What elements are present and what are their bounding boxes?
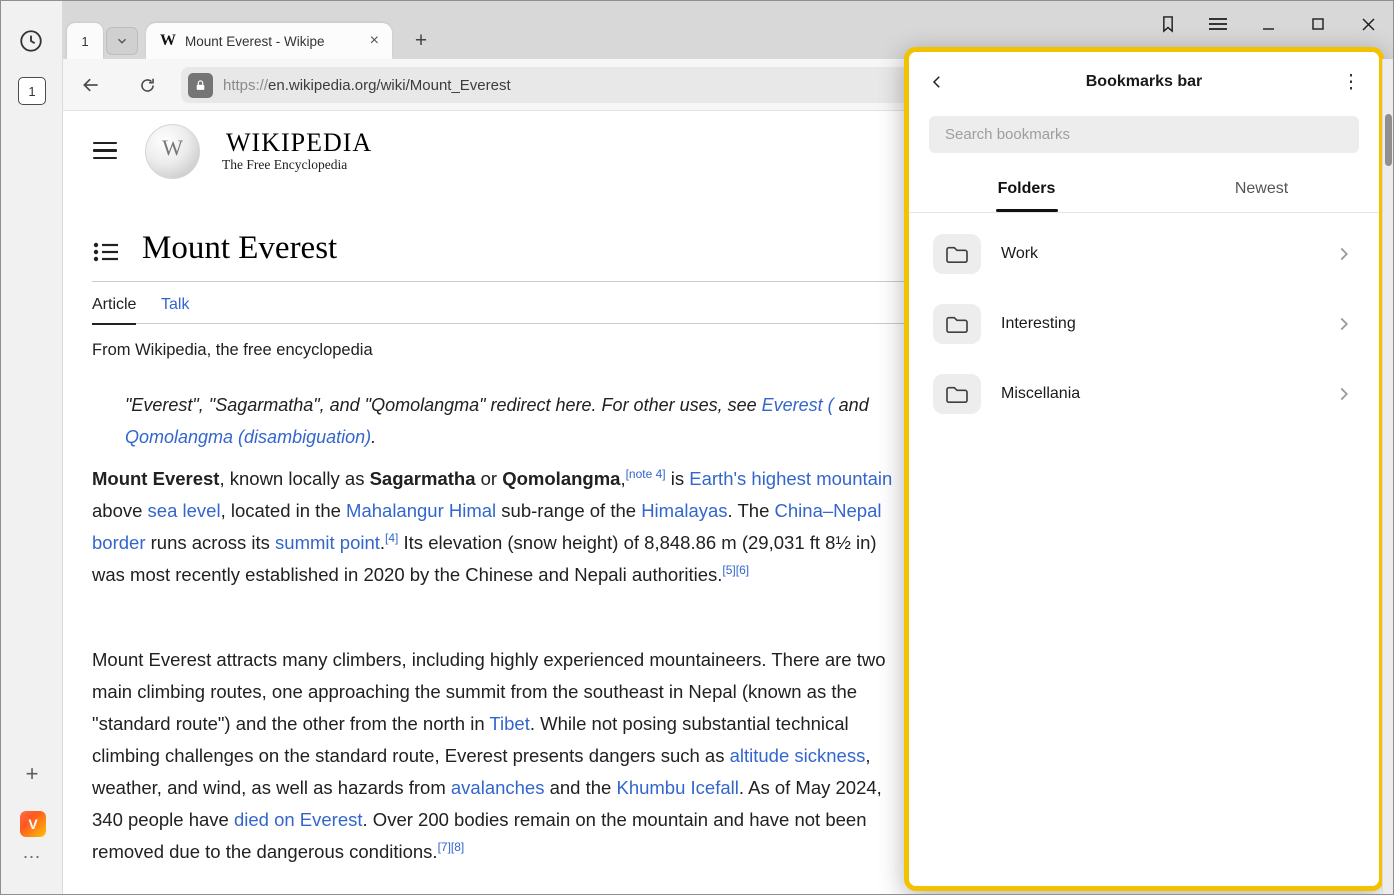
panel-header: Bookmarks bar ⋮ — [909, 52, 1379, 112]
text-segment: or — [476, 468, 503, 489]
window-panel-button[interactable]: 1 — [18, 77, 46, 105]
close-window-button[interactable] — [1343, 4, 1393, 44]
text-segment: and — [834, 395, 869, 415]
maximize-button[interactable] — [1293, 4, 1343, 44]
tab-title: Mount Everest - Wikipe — [185, 34, 367, 49]
add-panel-button[interactable]: + — [1, 761, 63, 787]
url-text: https://en.wikipedia.org/wiki/Mount_Ever… — [223, 77, 511, 94]
lock-icon[interactable] — [188, 73, 213, 98]
wiki-link[interactable]: Qomolangma (disambiguation) — [125, 427, 371, 447]
chevron-right-icon — [1333, 243, 1355, 265]
search-input[interactable] — [929, 116, 1359, 153]
folder-row-miscellania[interactable]: Miscellania — [909, 359, 1379, 429]
wiki-link[interactable]: summit point — [275, 532, 380, 553]
wikipedia-favicon: W — [160, 32, 176, 50]
folder-icon — [933, 374, 981, 414]
text-segment: runs across its — [145, 532, 275, 553]
bookmarks-panel-icon[interactable] — [1143, 4, 1193, 44]
paragraph-1: Mount Everest, known locally as Sagarmat… — [92, 463, 894, 591]
text-segment: and the — [544, 777, 616, 798]
scrollbar-thumb[interactable] — [1385, 114, 1392, 166]
browser-tab[interactable]: W Mount Everest - Wikipe × — [146, 23, 392, 59]
hamburger-menu-icon[interactable] — [93, 142, 117, 160]
tab-folders[interactable]: Folders — [909, 168, 1144, 212]
new-tab-button[interactable]: + — [407, 27, 435, 55]
text-segment: , known locally as — [219, 468, 369, 489]
wiki-link[interactable]: Khumbu Icefall — [616, 777, 738, 798]
left-sidebar: 1 + V ⋯ — [1, 1, 63, 894]
wiki-link[interactable]: Tibet — [489, 713, 529, 734]
panel-title: Bookmarks bar — [1086, 73, 1203, 91]
ref-link[interactable]: [7] — [438, 840, 451, 854]
ref-link[interactable]: [8] — [451, 840, 464, 854]
chevron-right-icon — [1333, 313, 1355, 335]
tab-article[interactable]: Article — [92, 296, 136, 325]
ref-link[interactable]: [note 4] — [626, 467, 666, 481]
wiki-link[interactable]: Everest ( — [762, 395, 834, 415]
url-scheme: https:// — [223, 77, 268, 94]
wikipedia-tagline: The Free Encyclopedia — [222, 157, 347, 173]
text-segment: . — [371, 427, 376, 447]
ref-link[interactable]: [4] — [385, 531, 398, 545]
clock-icon[interactable] — [18, 28, 44, 54]
text-segment: "Everest", "Sagarmatha", and "Qomolangma… — [125, 395, 762, 415]
folder-list: Work Interesting — [909, 219, 1379, 429]
wiki-link[interactable]: died on Everest — [234, 809, 363, 830]
tab-counter[interactable]: 1 — [67, 23, 103, 59]
text-segment: Mount Everest — [92, 468, 219, 489]
back-chevron-icon[interactable] — [923, 68, 951, 96]
reload-button[interactable] — [133, 71, 161, 99]
hatnote: "Everest", "Sagarmatha", and "Qomolangma… — [125, 389, 935, 453]
minimize-button[interactable] — [1243, 4, 1293, 44]
wiki-link[interactable]: Mahalangur Himal — [346, 500, 496, 521]
tab-list-dropdown[interactable] — [106, 27, 138, 55]
ref-link[interactable]: [6] — [736, 563, 749, 577]
folder-row-work[interactable]: Work — [909, 219, 1379, 289]
chevron-right-icon — [1333, 383, 1355, 405]
back-button[interactable] — [77, 71, 105, 99]
folder-icon — [933, 304, 981, 344]
vivaldi-logo-icon[interactable]: V — [20, 811, 46, 837]
panel-tabs: Folders Newest — [909, 168, 1379, 213]
page-title: Mount Everest — [142, 230, 337, 267]
wiki-link[interactable]: avalanches — [451, 777, 545, 798]
menu-icon[interactable] — [1193, 4, 1243, 44]
text-segment: is — [666, 468, 690, 489]
toc-list-icon[interactable] — [93, 241, 119, 265]
text-segment: . The — [728, 500, 775, 521]
ref-link[interactable]: [5] — [722, 563, 735, 577]
folder-name: Interesting — [1001, 315, 1333, 333]
page-scrollbar[interactable] — [1382, 59, 1393, 894]
wikipedia-logo[interactable] — [145, 124, 200, 179]
kebab-menu-icon[interactable]: ⋮ — [1337, 68, 1365, 96]
folder-row-interesting[interactable]: Interesting — [909, 289, 1379, 359]
text-segment: Qomolangma — [502, 468, 620, 489]
wiki-link[interactable]: Earth's highest mountain — [689, 468, 892, 489]
bookmarks-panel: Bookmarks bar ⋮ Folders Newest Work — [904, 47, 1384, 891]
folder-icon — [933, 234, 981, 274]
text-segment: , located in the — [221, 500, 346, 521]
wikipedia-wordmark[interactable]: WIKIPEDIA — [226, 128, 372, 158]
folder-name: Miscellania — [1001, 385, 1333, 403]
text-segment: above — [92, 500, 148, 521]
tab-talk[interactable]: Talk — [161, 296, 189, 314]
wiki-link[interactable]: Himalayas — [641, 500, 727, 521]
tab-newest[interactable]: Newest — [1144, 168, 1379, 212]
browser-window: 1 + V ⋯ 1 W Mount Everest - Wikipe × + — [0, 0, 1394, 895]
paragraph-2: Mount Everest attracts many climbers, in… — [92, 644, 894, 868]
url-path: en.wikipedia.org/wiki/Mount_Everest — [268, 77, 511, 94]
wiki-link[interactable]: sea level — [148, 500, 221, 521]
window-controls — [1143, 1, 1393, 47]
chevron-down-icon — [115, 34, 129, 48]
folder-name: Work — [1001, 245, 1333, 263]
wiki-link[interactable]: altitude sickness — [730, 745, 866, 766]
sidebar-more-button[interactable]: ⋯ — [1, 847, 63, 868]
workspace-count: 1 — [28, 84, 35, 99]
from-wikipedia-line: From Wikipedia, the free encyclopedia — [92, 341, 373, 360]
close-tab-icon[interactable]: × — [367, 32, 382, 50]
text-segment: Sagarmatha — [370, 468, 476, 489]
bookmark-search — [929, 116, 1359, 153]
text-segment: sub-range of the — [496, 500, 641, 521]
